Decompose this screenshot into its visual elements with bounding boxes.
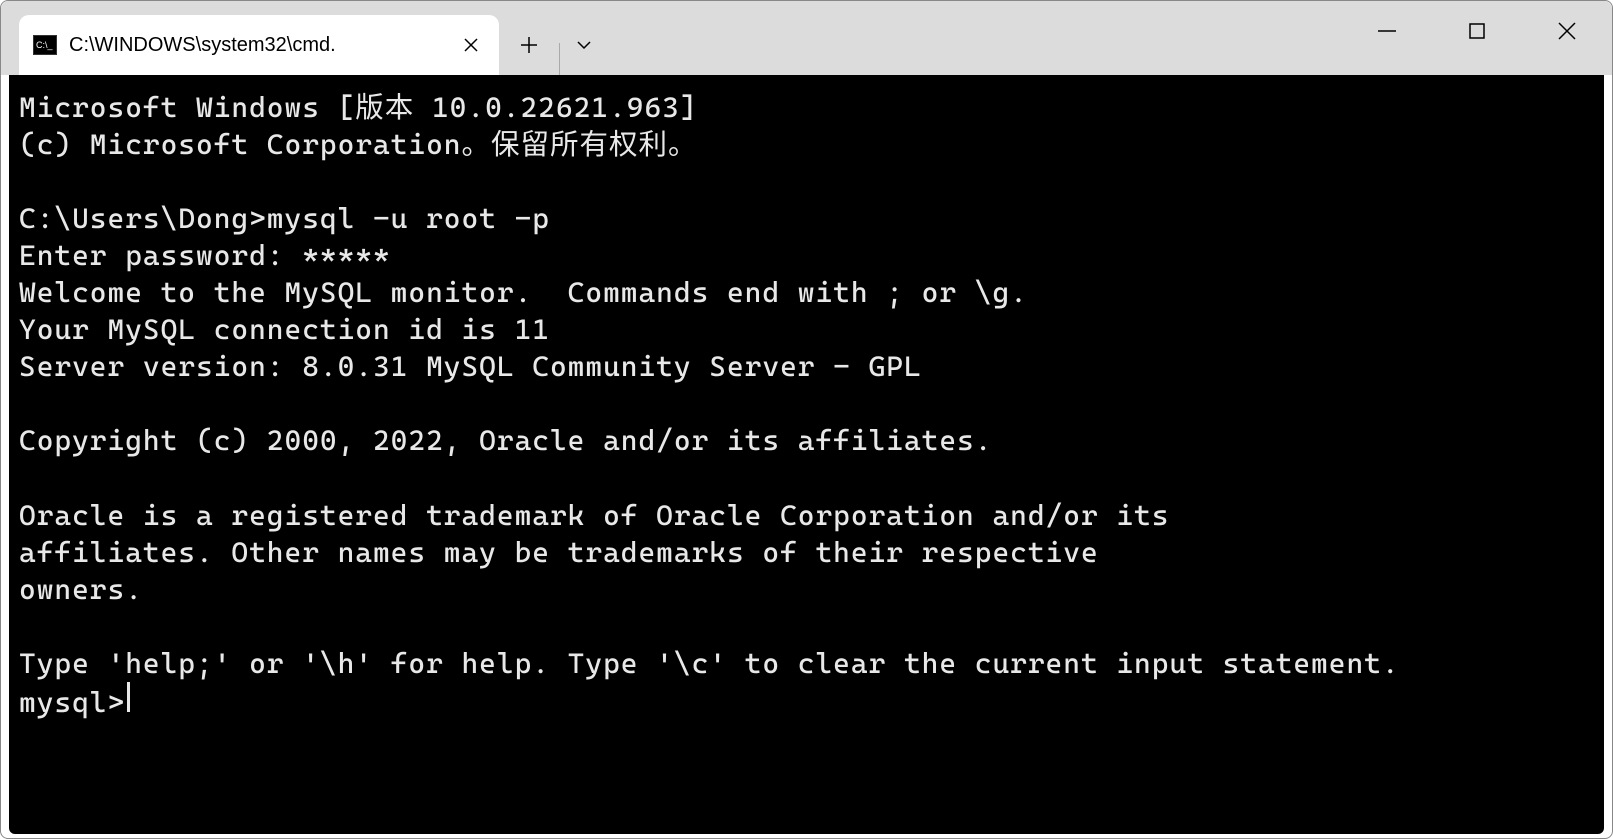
titlebar: C:\_ C:\WINDOWS\system32\cmd. — [1, 1, 1612, 75]
close-icon — [464, 38, 478, 52]
maximize-button[interactable] — [1432, 1, 1522, 61]
cmd-icon: C:\_ — [33, 35, 57, 55]
tab-cmd[interactable]: C:\_ C:\WINDOWS\system32\cmd. — [19, 15, 499, 75]
close-window-button[interactable] — [1522, 1, 1612, 61]
terminal-prompt-line: mysql> — [19, 682, 1594, 721]
minimize-icon — [1378, 30, 1396, 32]
new-tab-button[interactable] — [499, 15, 559, 75]
chevron-down-icon — [576, 40, 592, 50]
terminal-prompt: mysql> — [19, 684, 125, 721]
plus-icon — [520, 36, 538, 54]
close-icon — [1558, 22, 1576, 40]
cursor-icon — [127, 682, 130, 712]
maximize-icon — [1469, 23, 1485, 39]
tab-title: C:\WINDOWS\system32\cmd. — [69, 34, 445, 57]
terminal-output: Microsoft Windows [版本 10.0.22621.963] (c… — [19, 89, 1594, 682]
minimize-button[interactable] — [1342, 1, 1432, 61]
close-tab-button[interactable] — [457, 31, 485, 59]
tab-dropdown-button[interactable] — [560, 15, 608, 75]
terminal-area[interactable]: Microsoft Windows [版本 10.0.22621.963] (c… — [9, 75, 1604, 834]
window-controls — [1342, 1, 1612, 75]
